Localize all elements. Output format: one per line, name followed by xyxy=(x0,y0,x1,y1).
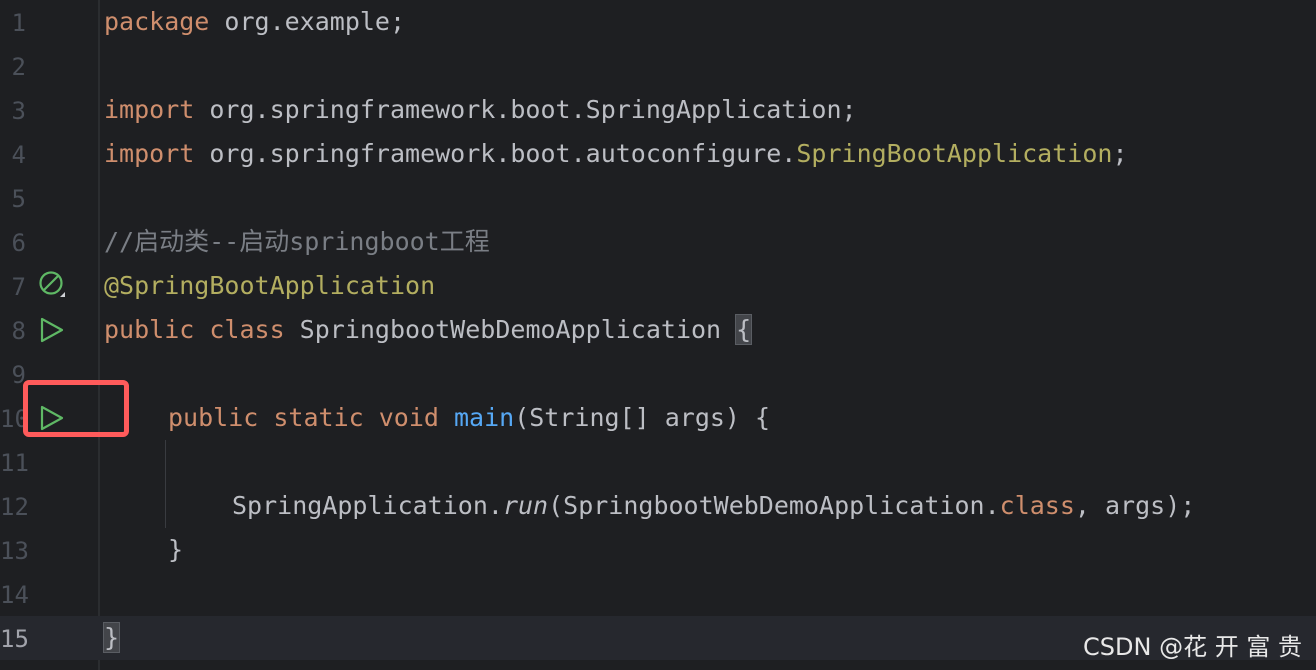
code-token: public xyxy=(104,315,210,344)
line-number: 15 xyxy=(0,625,29,653)
code-line-5[interactable]: 5 xyxy=(0,176,1316,220)
code-token: (String[] args) { xyxy=(514,403,771,432)
line-number: 4 xyxy=(11,141,26,169)
line-number: 12 xyxy=(0,493,29,521)
code-text[interactable]: import org.springframework.boot.SpringAp… xyxy=(104,94,857,126)
matched-brace: } xyxy=(102,622,121,653)
code-token: SpringBootApplication xyxy=(796,139,1113,168)
code-line-8[interactable]: 8 public class SpringbootWebDemoApplicat… xyxy=(0,308,1316,352)
code-token: } xyxy=(168,535,184,564)
indent-guide xyxy=(165,440,166,528)
code-line-12[interactable]: 12 SpringApplication.run(SpringbootWebDe… xyxy=(0,484,1316,528)
code-text[interactable]: //启动类--启动springboot工程 xyxy=(104,226,490,258)
line-number: 2 xyxy=(11,53,26,81)
line-number: 14 xyxy=(0,581,29,609)
code-token: class xyxy=(209,315,300,344)
code-line-4[interactable]: 4 import org.springframework.boot.autoco… xyxy=(0,132,1316,176)
line-number: 11 xyxy=(0,449,29,477)
code-token: class xyxy=(999,491,1075,520)
code-text[interactable]: SpringApplication.run(SpringbootWebDemoA… xyxy=(232,490,1195,522)
code-token: org.example; xyxy=(224,7,406,36)
function-name-token: main xyxy=(453,403,515,432)
line-number: 8 xyxy=(11,317,26,345)
code-token: void xyxy=(378,403,454,432)
code-token: org.springframework.boot.SpringApplicati… xyxy=(209,95,857,124)
code-token: (SpringbootWebDemoApplication. xyxy=(548,491,1000,520)
code-text[interactable]: @SpringBootApplication xyxy=(104,270,435,302)
code-text[interactable]: } xyxy=(168,534,183,566)
code-line-10[interactable]: 10 public static void main(String[] args… xyxy=(0,396,1316,440)
code-token: import xyxy=(104,139,210,168)
code-text[interactable]: public class SpringbootWebDemoApplicatio… xyxy=(104,314,753,346)
code-line-3[interactable]: 3 import org.springframework.boot.Spring… xyxy=(0,88,1316,132)
code-token: package xyxy=(104,7,225,36)
run-icon[interactable] xyxy=(38,316,66,344)
highlight-box xyxy=(23,380,129,437)
matched-brace: { xyxy=(735,314,753,345)
code-line-1[interactable]: 1 package org.example; xyxy=(0,0,1316,44)
comment-token: //启动类--启动springboot工程 xyxy=(104,227,490,256)
bean-disabled-icon[interactable] xyxy=(38,270,66,298)
line-number: 6 xyxy=(11,229,26,257)
code-token: SpringApplication. xyxy=(232,491,503,520)
code-text[interactable]: package org.example; xyxy=(104,6,405,38)
code-line-13[interactable]: 13 } xyxy=(0,528,1316,572)
code-token: org.springframework.boot.autoconfigure. xyxy=(209,139,797,168)
code-token: static xyxy=(273,403,379,432)
code-line-14[interactable]: 14 xyxy=(0,572,1316,616)
line-number: 5 xyxy=(11,185,26,213)
code-line-11[interactable]: 11 xyxy=(0,440,1316,484)
code-editor[interactable]: 1 package org.example; 2 3 import org.sp… xyxy=(0,0,1316,670)
line-number: 1 xyxy=(11,9,26,37)
watermark: CSDN @花 开 富 贵 xyxy=(1083,633,1302,661)
line-number: 13 xyxy=(0,537,29,565)
code-line-9[interactable]: 9 xyxy=(0,352,1316,396)
code-text[interactable]: } xyxy=(102,622,121,654)
annotation-token: @SpringBootApplication xyxy=(104,271,436,300)
code-token: import xyxy=(104,95,210,124)
code-line-7[interactable]: 7 @SpringBootApplication xyxy=(0,264,1316,308)
code-token: run xyxy=(502,491,549,520)
line-number: 7 xyxy=(11,273,26,301)
code-token: ; xyxy=(1112,139,1128,168)
code-text[interactable]: public static void main(String[] args) { xyxy=(168,402,770,434)
line-number: 3 xyxy=(11,97,26,125)
code-token: SpringbootWebDemoApplication xyxy=(299,315,737,344)
code-token: , args); xyxy=(1074,491,1196,520)
code-line-2[interactable]: 2 xyxy=(0,44,1316,88)
code-token: public xyxy=(168,403,274,432)
code-text[interactable]: import org.springframework.boot.autoconf… xyxy=(104,138,1128,170)
code-line-6[interactable]: 6 //启动类--启动springboot工程 xyxy=(0,220,1316,264)
